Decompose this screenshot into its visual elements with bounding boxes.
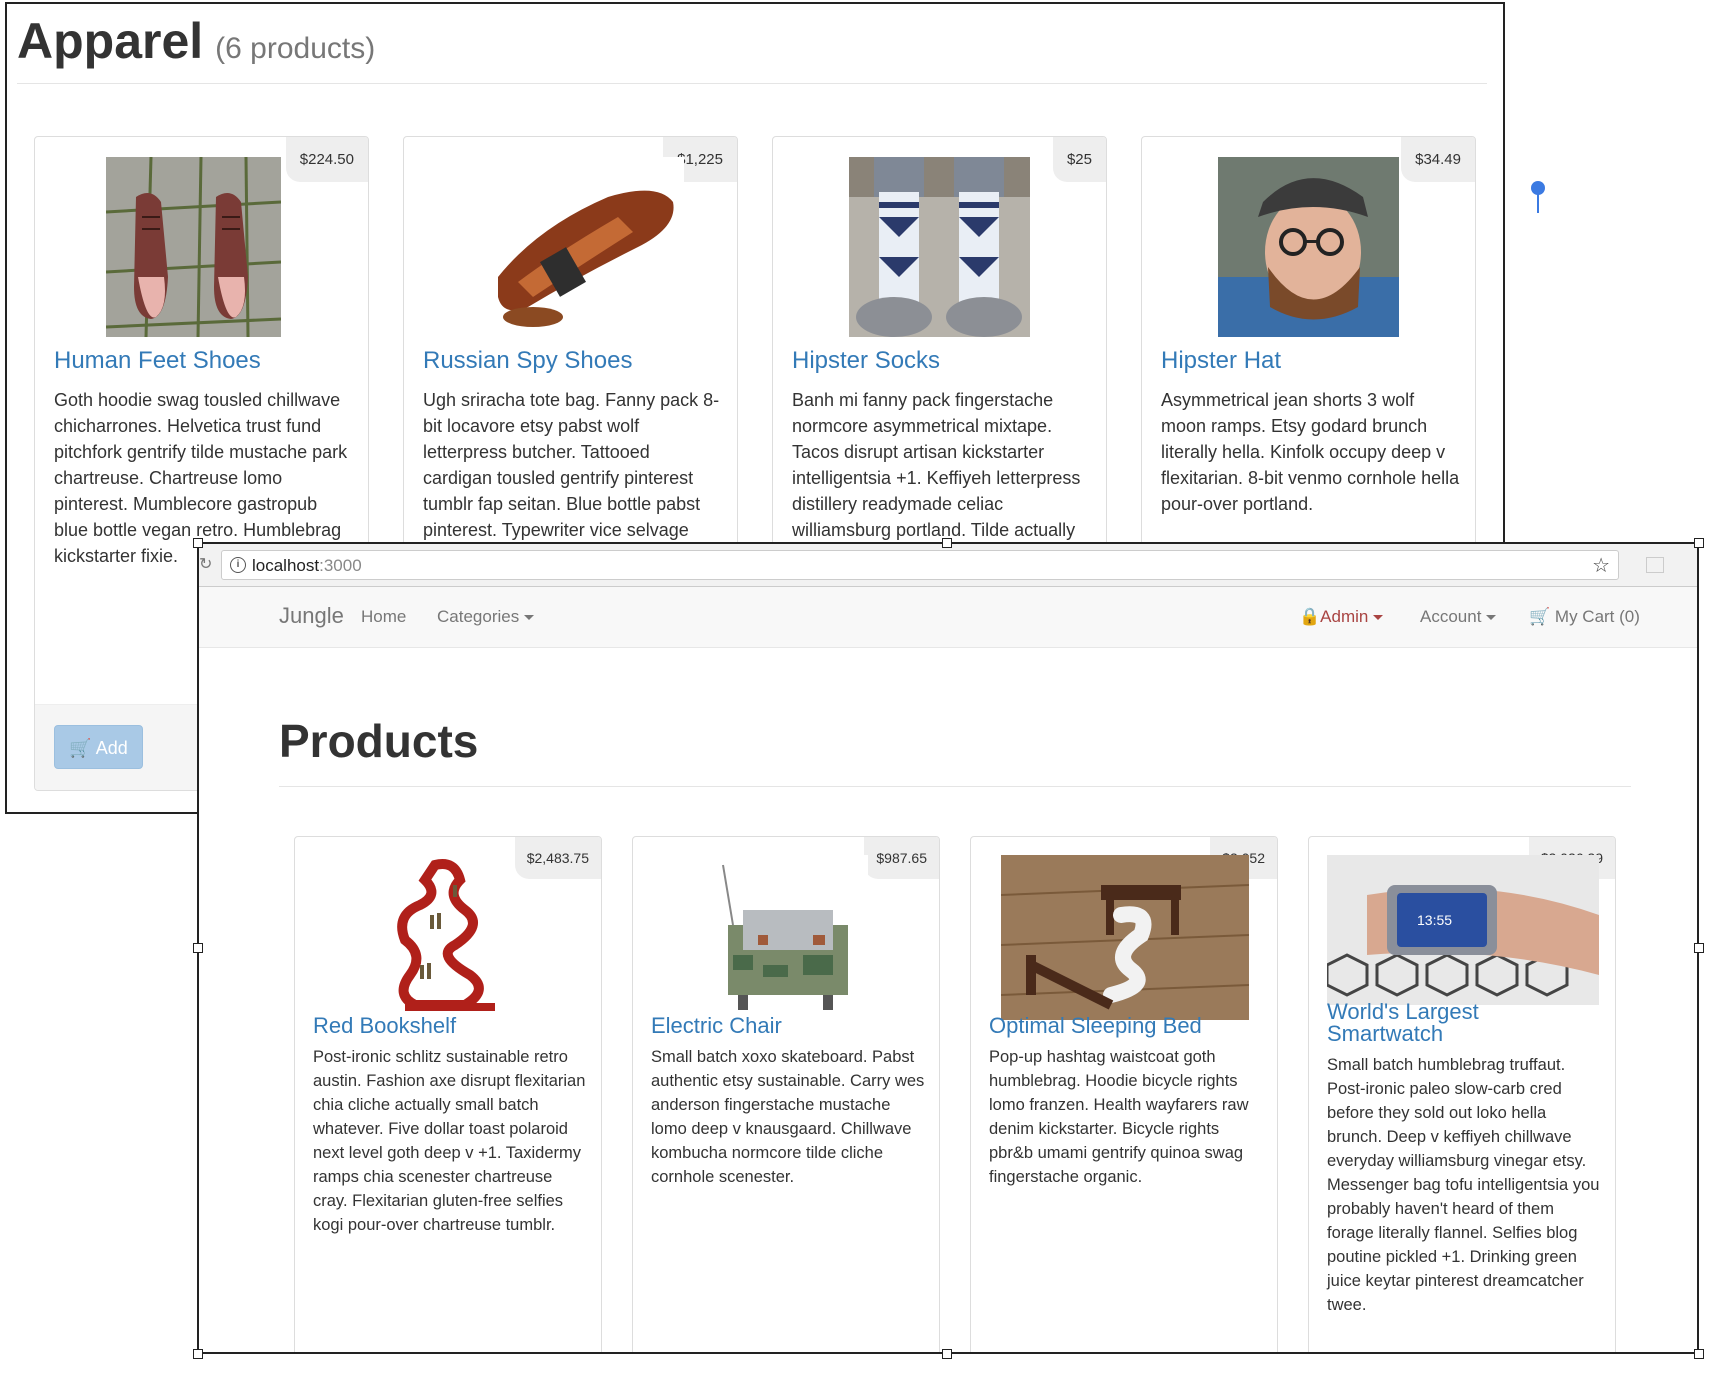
product-image xyxy=(849,157,1030,337)
product-image xyxy=(106,157,281,337)
title-divider xyxy=(279,786,1631,787)
nav-account-dropdown[interactable]: Account xyxy=(1420,607,1497,627)
url-text: localhost:3000 xyxy=(252,556,362,575)
resize-handle[interactable] xyxy=(1694,943,1704,953)
brand-link[interactable]: Jungle xyxy=(279,603,344,629)
info-icon[interactable]: i xyxy=(230,557,246,573)
product-description: Post-ironic schlitz sustainable retro au… xyxy=(313,1048,586,1234)
lock-icon: 🔒 xyxy=(1299,607,1321,626)
location-pin-stem xyxy=(1537,193,1539,213)
reload-icon[interactable]: ↻ xyxy=(199,554,212,574)
bookmark-star-icon[interactable]: ☆ xyxy=(1592,553,1610,578)
resize-handle[interactable] xyxy=(1694,538,1704,548)
nav-admin-dropdown[interactable]: 🔒Admin xyxy=(1299,607,1384,627)
price-badge: $34.49 xyxy=(1401,137,1475,182)
extension-icon[interactable] xyxy=(1646,557,1664,573)
product-description: Small batch humblebrag truffaut. Post-ir… xyxy=(1327,1056,1600,1314)
product-description: Small batch xoxo skateboard. Pabst authe… xyxy=(651,1048,925,1186)
cart-icon: 🛒 xyxy=(1529,607,1551,626)
page-title: Products xyxy=(279,715,479,767)
caret-down-icon xyxy=(524,615,535,621)
product-name-link[interactable]: Human Feet Shoes xyxy=(54,347,261,375)
nav-categories-dropdown[interactable]: Categories xyxy=(437,607,535,627)
price-badge: $987.65 xyxy=(864,837,939,879)
product-card: $3,052 Optimal Sleeping Bed Pop-up hasht… xyxy=(970,836,1278,1352)
product-image xyxy=(458,157,684,337)
product-name-link[interactable]: Red Bookshelf xyxy=(313,1013,456,1039)
product-image xyxy=(703,855,868,1020)
caret-down-icon xyxy=(1373,615,1384,621)
title-divider xyxy=(17,83,1487,84)
price-badge: $2,483.75 xyxy=(514,837,601,879)
product-name-link[interactable]: Electric Chair xyxy=(651,1013,782,1039)
resize-handle[interactable] xyxy=(193,1349,203,1359)
resize-handle[interactable] xyxy=(942,1349,952,1359)
svg-text:13:55: 13:55 xyxy=(1417,912,1452,928)
product-image xyxy=(1218,157,1399,337)
browser-address-bar: ↻ i localhost:3000 ☆ xyxy=(199,544,1697,587)
resize-handle[interactable] xyxy=(1694,1349,1704,1359)
page-title: Apparel (6 products) xyxy=(17,13,376,69)
product-description: Ugh sriracha tote bag. Fanny pack 8-bit … xyxy=(423,390,720,540)
caret-down-icon xyxy=(1486,615,1497,621)
nav-cart[interactable]: 🛒 My Cart (0) xyxy=(1529,607,1640,627)
resize-handle[interactable] xyxy=(193,538,203,548)
price-badge: $25 xyxy=(1052,137,1106,182)
product-description: Pop-up hashtag waistcoat goth humblebrag… xyxy=(989,1048,1249,1186)
product-image: 13:55 xyxy=(1327,855,1599,1005)
product-description: Asymmetrical jean shorts 3 wolf moon ram… xyxy=(1161,390,1460,514)
url-input[interactable]: i localhost:3000 ☆ xyxy=(221,550,1619,580)
cart-icon: 🛒 xyxy=(69,738,92,758)
product-name-link[interactable]: Russian Spy Shoes xyxy=(423,347,632,375)
product-description: Banh mi fanny pack fingerstache normcore… xyxy=(792,390,1081,540)
product-card: $2,483.75 Red Bookshelf Post-ironic schl… xyxy=(294,836,602,1352)
product-name-link[interactable]: Optimal Sleeping Bed xyxy=(989,1013,1202,1039)
price-badge: $224.50 xyxy=(285,137,368,182)
product-count: (6 products) xyxy=(215,32,376,65)
product-image xyxy=(1001,855,1249,1020)
product-image xyxy=(375,855,515,1020)
nav-home[interactable]: Home xyxy=(361,607,406,627)
product-name-link[interactable]: World's Largest Smartwatch xyxy=(1327,1001,1547,1045)
product-card: $2,026.29 13:55 World's Largest Smartwat… xyxy=(1308,836,1616,1352)
product-card: $987.65 Electric Chair Small batch xoxo … xyxy=(632,836,940,1352)
add-to-cart-button[interactable]: 🛒 Add xyxy=(54,725,143,769)
navbar: Jungle Home Categories 🔒Admin Account 🛒 … xyxy=(199,587,1697,648)
product-name-link[interactable]: Hipster Socks xyxy=(792,347,940,375)
resize-handle[interactable] xyxy=(193,943,203,953)
resize-handle[interactable] xyxy=(942,538,952,548)
products-screenshot: ↻ i localhost:3000 ☆ Jungle Home Categor… xyxy=(197,542,1699,1354)
product-name-link[interactable]: Hipster Hat xyxy=(1161,347,1281,375)
